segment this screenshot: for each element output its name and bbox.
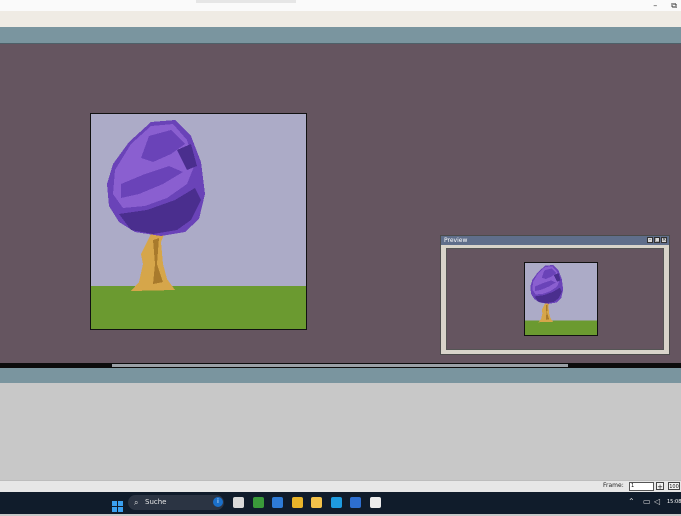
preview-window-buttons: - □ × [647, 237, 667, 243]
grass [525, 320, 597, 335]
tree-artwork [91, 114, 306, 329]
vscode-check-icon[interactable] [331, 497, 342, 508]
preview-thumbnail [524, 262, 598, 336]
window-titlebar [0, 0, 681, 11]
windows-start-icon[interactable] [112, 497, 123, 512]
restore-button[interactable]: ⧉ [671, 1, 677, 11]
volume-icon[interactable]: ◁ [654, 496, 660, 507]
chrome-icon[interactable] [292, 497, 303, 508]
menubar [0, 11, 681, 28]
preview-title: Preview [444, 237, 468, 244]
preview-minimize-button[interactable]: - [647, 237, 653, 243]
mail-icon[interactable] [272, 497, 283, 508]
frame-label: Frame: [603, 482, 624, 489]
minimize-button[interactable]: – [653, 1, 657, 10]
search-icon: ⌕ [134, 498, 139, 507]
xbox-icon[interactable] [253, 497, 264, 508]
add-frame-button[interactable]: + [656, 482, 664, 491]
tree-thumbnail-artwork [525, 263, 597, 335]
zoom-field[interactable]: 100 [668, 482, 680, 490]
browser-tab[interactable] [196, 0, 296, 3]
preview-window[interactable]: Preview - □ × [440, 235, 670, 355]
timeline-toolbar [0, 368, 681, 384]
preview-close-button[interactable]: × [661, 237, 667, 243]
grass [91, 286, 306, 329]
task-view-icon[interactable] [233, 497, 244, 508]
window-controls: – ⧉ [653, 0, 677, 11]
clock[interactable]: 15:08 [667, 498, 681, 507]
preview-body [446, 248, 664, 350]
preview-maximize-button[interactable]: □ [654, 237, 660, 243]
frame-input[interactable]: 1 [629, 482, 654, 491]
teams-icon[interactable] [350, 497, 361, 508]
drawing-canvas[interactable] [90, 113, 307, 330]
search-highlight-icon: i [213, 497, 223, 507]
scrollbar-thumb[interactable] [112, 364, 568, 367]
files-icon[interactable] [311, 497, 322, 508]
tray-chevron-icon[interactable]: ⌃ [628, 496, 635, 507]
toolbar [0, 27, 681, 44]
network-icon[interactable]: ▭ [643, 496, 651, 507]
taskbar-search-box[interactable] [128, 495, 224, 510]
preview-titlebar[interactable]: Preview [441, 236, 669, 245]
search-input[interactable]: Suche [145, 497, 166, 508]
editor-icon[interactable] [370, 497, 381, 508]
timeline-panel [0, 383, 681, 481]
